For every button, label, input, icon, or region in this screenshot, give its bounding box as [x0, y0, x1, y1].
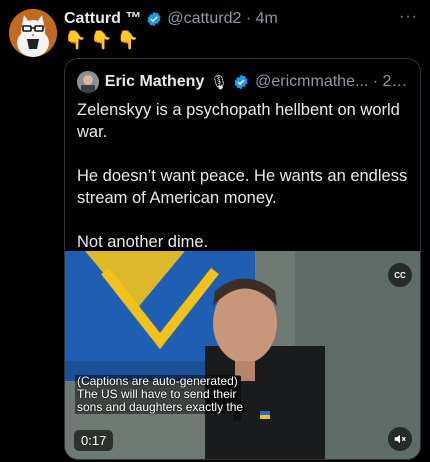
video-timestamp: 0:17 — [74, 430, 114, 451]
quoted-avatar — [77, 71, 99, 93]
video-frame — [65, 251, 420, 459]
avatar[interactable] — [9, 9, 57, 57]
more-options-icon[interactable]: ··· — [399, 8, 418, 26]
quoted-author-name[interactable]: Eric Matheny — [105, 73, 205, 91]
quoted-tweet[interactable]: Eric Matheny 🎙 @ericmmathe... · 21m Zele… — [64, 58, 421, 460]
mute-volume-icon[interactable] — [388, 427, 412, 451]
verified-badge-icon — [146, 11, 162, 27]
video-captions: (Captions are auto-generated) The US wil… — [75, 375, 246, 414]
author-name[interactable]: Catturd ™ — [64, 10, 141, 28]
video-player[interactable]: CC (Captions are auto-generated) The US … — [65, 251, 420, 459]
tweet-header: Catturd ™ @catturd2 · 4m — [64, 8, 420, 30]
tweet-text: 👇👇👇 — [64, 30, 144, 50]
quoted-tweet-header: Eric Matheny 🎙 @ericmmathe... · 21m — [77, 69, 412, 95]
author-handle-time[interactable]: @catturd2 · 4m — [167, 10, 278, 28]
quoted-handle-time[interactable]: @ericmmathe... · 21m — [255, 73, 412, 91]
microphone-icon: 🎙 — [210, 73, 229, 90]
captions-button[interactable]: CC — [388, 263, 412, 287]
quoted-tweet-text: Zelenskyy is a psychopath hellbent on wo… — [77, 101, 408, 251]
caption-line: sons and daughters exactly the — [75, 400, 246, 414]
verified-badge-icon — [233, 74, 249, 90]
